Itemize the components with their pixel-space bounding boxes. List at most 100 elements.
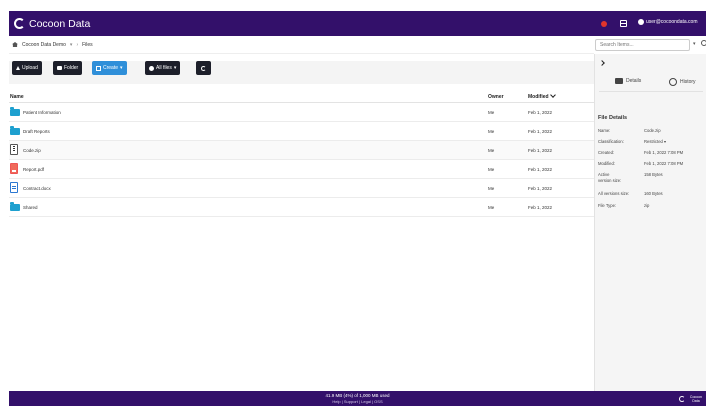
storage-usage: 41.9 MB (4%) of 1,000 MB used (325, 393, 390, 398)
zip-file-icon (10, 144, 18, 155)
file-owner: Me (488, 186, 495, 191)
file-modified: Feb 1, 2022 (528, 205, 553, 210)
upload-icon (16, 66, 20, 70)
upload-button[interactable]: Upload (12, 61, 42, 75)
word-file-icon (10, 182, 18, 193)
detail-label: Classification: (598, 139, 624, 144)
app-title: Cocoon Data (29, 17, 91, 30)
file-owner: Me (488, 110, 495, 115)
file-modified: Feb 1, 2022 (528, 110, 553, 115)
table-row[interactable]: Draft Reports Me Feb 1, 2022 (9, 122, 594, 141)
footer-links[interactable]: Help | Support | Legal | OSS (9, 399, 706, 404)
brand[interactable]: Cocoon Data (14, 17, 90, 30)
file-modified: Feb 1, 2022 (528, 148, 553, 153)
detail-label: All versions size: (598, 191, 630, 196)
file-name[interactable]: Shared (23, 205, 38, 210)
create-icon (96, 65, 101, 71)
user-email: user@cocoondata.com (646, 19, 698, 25)
folder-icon (10, 202, 20, 211)
folder-icon (10, 126, 20, 135)
table-row[interactable]: Contract.docx Me Feb 1, 2022 (9, 179, 594, 198)
folder-icon (10, 107, 20, 116)
breadcrumb-dropdown-icon[interactable]: ▾ (70, 42, 73, 48)
create-chevron-icon: ▾ (120, 65, 123, 71)
tab-history-label: History (680, 79, 696, 85)
detail-label: File Type: (598, 203, 617, 208)
history-icon (669, 78, 677, 86)
folder-label: Folder (64, 65, 79, 71)
new-folder-button[interactable]: Folder (53, 61, 83, 75)
all-files-chevron-icon: ▾ (173, 65, 177, 71)
table-row-selected[interactable]: Code.zip Me Feb 1, 2022 (9, 141, 594, 160)
file-table-header: Name Owner Modified (9, 91, 594, 103)
column-header-owner[interactable]: Owner (488, 94, 504, 100)
column-header-modified[interactable]: Modified (528, 92, 556, 100)
footer-logo-text: Cocoon Data (689, 395, 702, 403)
tab-history[interactable]: History (669, 78, 696, 86)
inbox-icon[interactable] (620, 20, 627, 27)
all-files-label: All files (156, 65, 172, 71)
detail-value: zip (644, 203, 650, 208)
breadcrumb-separator: › (76, 41, 79, 48)
file-owner: Me (488, 129, 495, 134)
tab-details[interactable]: Details (615, 78, 641, 84)
footer: 41.9 MB (4%) of 1,000 MB used Help | Sup… (9, 391, 706, 406)
breadcrumb-current: Files (82, 41, 93, 48)
column-header-name[interactable]: Name (10, 94, 24, 100)
cocoon-logo-icon (679, 396, 685, 402)
detail-label: Modified: (598, 161, 615, 166)
detail-value: Feb 1, 2022 7:08 PM (644, 161, 684, 166)
file-name[interactable]: Draft Reports (23, 129, 50, 134)
breadcrumb: Cocoon Data Demo ▾ › Files (9, 36, 594, 54)
notification-alert-icon[interactable] (601, 21, 607, 27)
column-header-modified-label: Modified (528, 94, 549, 100)
detail-value: Feb 1, 2022 7:08 PM (644, 150, 684, 155)
detail-label: Name: (598, 128, 611, 133)
cocoon-logo-icon (14, 18, 25, 29)
user-icon (638, 19, 644, 25)
footer-logo: Cocoon Data (679, 395, 706, 403)
file-toolbar: Upload Folder Create ▾ All files ▾ (9, 61, 594, 84)
search-options-chevron-icon[interactable]: ▾ (693, 41, 696, 47)
table-row[interactable]: Shared Me Feb 1, 2022 (9, 198, 594, 217)
refresh-icon (201, 65, 206, 71)
sort-descending-icon (549, 92, 556, 98)
folder-icon (57, 66, 62, 70)
top-navbar: Cocoon Data user@cocoondata.com (9, 11, 706, 36)
create-button[interactable]: Create ▾ (92, 61, 127, 75)
collapse-panel-chevron-icon[interactable] (599, 60, 605, 66)
panel-title: File Details (598, 115, 628, 121)
left-margin (0, 0, 9, 406)
search-input[interactable] (595, 39, 690, 51)
file-name[interactable]: Patient Information (23, 110, 61, 115)
app-window: Cocoon Data user@cocoondata.com Cocoon D… (9, 11, 706, 406)
file-modified: Feb 1, 2022 (528, 186, 553, 191)
table-row[interactable]: Patient Information Me Feb 1, 2022 (9, 103, 594, 122)
detail-label: Active version size: (598, 172, 622, 183)
refresh-button[interactable] (196, 61, 211, 75)
breadcrumb-workspace[interactable]: Cocoon Data Demo (22, 42, 66, 48)
upload-label: Upload (22, 65, 38, 71)
details-icon (615, 78, 623, 84)
tab-divider (599, 91, 703, 92)
classification-select[interactable]: Restricted ▾ (644, 139, 666, 144)
details-panel: Details History File Details Name: Code.… (594, 54, 706, 391)
user-menu[interactable]: user@cocoondata.com (638, 19, 698, 25)
file-name[interactable]: Report.pdf (23, 167, 44, 172)
table-row[interactable]: Report.pdf Me Feb 1, 2022 (9, 160, 594, 179)
all-files-icon (149, 65, 154, 71)
file-name[interactable]: Contract.docx (23, 186, 51, 191)
create-label: Create (103, 65, 119, 71)
all-files-button[interactable]: All files ▾ (145, 61, 181, 75)
detail-value: 158 Bytes (644, 172, 663, 177)
file-name[interactable]: Code.zip (23, 148, 41, 153)
search-icon[interactable] (701, 40, 706, 46)
detail-value: 160 Bytes (644, 191, 663, 196)
detail-label: Created: (598, 150, 615, 155)
detail-value: Code.zip (644, 128, 661, 133)
home-icon[interactable] (12, 42, 18, 47)
pdf-file-icon (10, 163, 18, 174)
file-modified: Feb 1, 2022 (528, 167, 553, 172)
file-owner: Me (488, 148, 495, 153)
tab-details-label: Details (626, 78, 642, 84)
